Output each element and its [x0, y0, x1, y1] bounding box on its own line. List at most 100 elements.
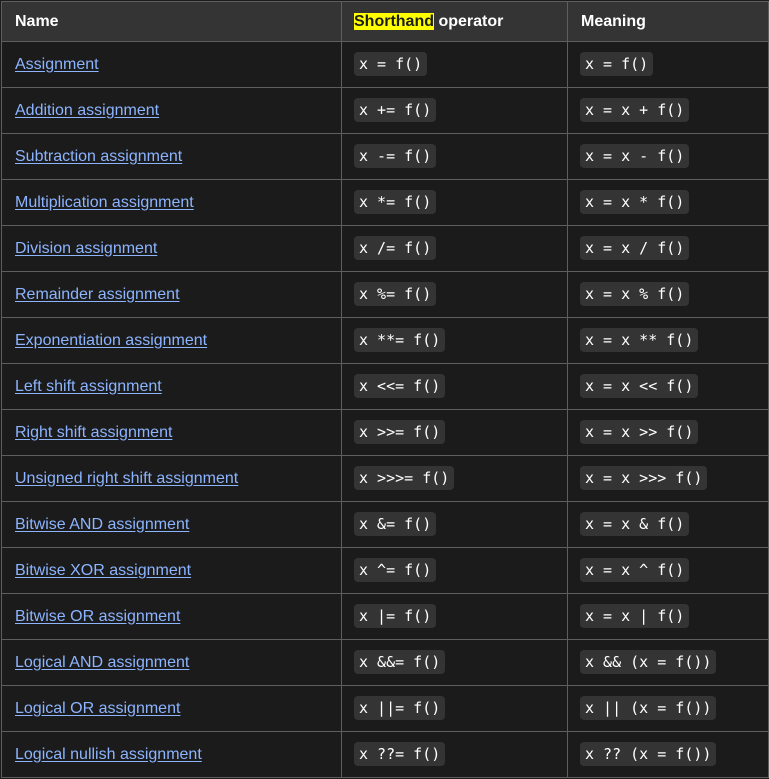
- operator-name-link[interactable]: Right shift assignment: [15, 424, 172, 441]
- shorthand-code: x %= f(): [354, 282, 437, 306]
- table-row: Left shift assignment x <<= f() x = x << f…: [1, 363, 769, 410]
- name-cell: Right shift assignment: [1, 409, 342, 456]
- shorthand-cell: x ^= f(): [341, 547, 568, 594]
- shorthand-cell: x += f(): [341, 87, 568, 134]
- operator-name-link[interactable]: Bitwise AND assignment: [15, 516, 189, 533]
- meaning-code: x = x >> f(): [580, 420, 699, 444]
- meaning-code: x = x & f(): [580, 512, 690, 536]
- operator-name-link[interactable]: Bitwise XOR assignment: [15, 562, 191, 579]
- name-cell: Bitwise AND assignment: [1, 501, 342, 548]
- header-shorthand-operator: Shorthand operator: [341, 1, 568, 42]
- meaning-code: x = x | f(): [580, 604, 690, 628]
- name-cell: Remainder assignment: [1, 271, 342, 318]
- meaning-code: x = x << f(): [580, 374, 699, 398]
- operator-name-link[interactable]: Left shift assignment: [15, 378, 162, 395]
- shorthand-cell: x |= f(): [341, 593, 568, 640]
- table-row: Logical AND assignment x &&= f() x && (x =…: [1, 639, 769, 686]
- name-cell: Addition assignment: [1, 87, 342, 134]
- table-row: Exponentiation assignment x **= f() x = x …: [1, 317, 769, 364]
- shorthand-code: x *= f(): [354, 190, 437, 214]
- table-row: Logical nullish assignment x ??= f() x ?? …: [1, 731, 769, 778]
- meaning-cell: x && (x = f()): [567, 639, 769, 686]
- meaning-cell: x = x + f(): [567, 87, 769, 134]
- meaning-cell: x = x >>> f(): [567, 455, 769, 502]
- meaning-cell: x = x ^ f(): [567, 547, 769, 594]
- table-row: Bitwise AND assignment x &= f() x = x & f(…: [1, 501, 769, 548]
- meaning-cell: x = x / f(): [567, 225, 769, 272]
- meaning-code: x || (x = f()): [580, 696, 717, 720]
- name-cell: Multiplication assignment: [1, 179, 342, 226]
- shorthand-cell: x ??= f(): [341, 731, 568, 778]
- operator-name-link[interactable]: Bitwise OR assignment: [15, 608, 180, 625]
- shorthand-code: x &= f(): [354, 512, 437, 536]
- shorthand-code: x -= f(): [354, 144, 437, 168]
- operator-name-link[interactable]: Exponentiation assignment: [15, 332, 207, 349]
- shorthand-code: x ??= f(): [354, 742, 446, 766]
- meaning-cell: x = x - f(): [567, 133, 769, 180]
- assignment-operators-table: Name Shorthand operator Meaning Assignme…: [1, 1, 769, 778]
- search-highlight: Shorthand: [354, 12, 434, 30]
- operator-name-link[interactable]: Division assignment: [15, 240, 157, 257]
- name-cell: Bitwise XOR assignment: [1, 547, 342, 594]
- shorthand-cell: x = f(): [341, 41, 568, 88]
- table-row: Subtraction assignment x -= f() x = x - f(…: [1, 133, 769, 180]
- table-row: Division assignment x /= f() x = x / f(): [1, 225, 769, 272]
- table-row: Unsigned right shift assignment x >>>= f(…: [1, 455, 769, 502]
- meaning-cell: x ?? (x = f()): [567, 731, 769, 778]
- meaning-code: x = x % f(): [580, 282, 690, 306]
- operator-name-link[interactable]: Assignment: [15, 56, 99, 73]
- operator-name-link[interactable]: Logical nullish assignment: [15, 746, 202, 763]
- operator-name-link[interactable]: Subtraction assignment: [15, 148, 182, 165]
- table-row: Bitwise XOR assignment x ^= f() x = x ^ f(…: [1, 547, 769, 594]
- shorthand-code: x &&= f(): [354, 650, 446, 674]
- shorthand-code: x **= f(): [354, 328, 446, 352]
- shorthand-cell: x ||= f(): [341, 685, 568, 732]
- operator-name-link[interactable]: Unsigned right shift assignment: [15, 470, 238, 487]
- shorthand-cell: x >>= f(): [341, 409, 568, 456]
- name-cell: Unsigned right shift assignment: [1, 455, 342, 502]
- operator-name-link[interactable]: Logical OR assignment: [15, 700, 180, 717]
- shorthand-code: x >>>= f(): [354, 466, 455, 490]
- name-cell: Division assignment: [1, 225, 342, 272]
- name-cell: Bitwise OR assignment: [1, 593, 342, 640]
- operator-name-link[interactable]: Logical AND assignment: [15, 654, 189, 671]
- shorthand-code: x |= f(): [354, 604, 437, 628]
- meaning-cell: x = x % f(): [567, 271, 769, 318]
- table-row: Assignment x = f() x = f(): [1, 41, 769, 88]
- meaning-code: x = x / f(): [580, 236, 690, 260]
- table-row: Addition assignment x += f() x = x + f(): [1, 87, 769, 134]
- table-header: Name Shorthand operator Meaning: [1, 1, 769, 42]
- name-cell: Exponentiation assignment: [1, 317, 342, 364]
- meaning-cell: x || (x = f()): [567, 685, 769, 732]
- meaning-code: x = x ** f(): [580, 328, 699, 352]
- meaning-code: x = x * f(): [580, 190, 690, 214]
- meaning-code: x ?? (x = f()): [580, 742, 717, 766]
- shorthand-cell: x **= f(): [341, 317, 568, 364]
- shorthand-cell: x &= f(): [341, 501, 568, 548]
- table-row: Right shift assignment x >>= f() x = x >> …: [1, 409, 769, 456]
- meaning-cell: x = x & f(): [567, 501, 769, 548]
- name-cell: Assignment: [1, 41, 342, 88]
- operator-name-link[interactable]: Remainder assignment: [15, 286, 180, 303]
- name-cell: Logical OR assignment: [1, 685, 342, 732]
- header-shorthand-rest: operator: [434, 12, 504, 30]
- meaning-cell: x = x << f(): [567, 363, 769, 410]
- meaning-cell: x = x | f(): [567, 593, 769, 640]
- name-cell: Left shift assignment: [1, 363, 342, 410]
- name-cell: Subtraction assignment: [1, 133, 342, 180]
- meaning-cell: x = x >> f(): [567, 409, 769, 456]
- shorthand-cell: x *= f(): [341, 179, 568, 226]
- meaning-code: x = f(): [580, 52, 654, 76]
- operator-name-link[interactable]: Addition assignment: [15, 102, 159, 119]
- table-body: Assignment x = f() x = f() Addition assignm…: [1, 41, 769, 778]
- header-name: Name: [1, 1, 342, 42]
- shorthand-cell: x &&= f(): [341, 639, 568, 686]
- meaning-cell: x = x * f(): [567, 179, 769, 226]
- shorthand-cell: x -= f(): [341, 133, 568, 180]
- table-row: Remainder assignment x %= f() x = x % f(): [1, 271, 769, 318]
- meaning-code: x = x - f(): [580, 144, 690, 168]
- meaning-code: x && (x = f()): [580, 650, 717, 674]
- operator-name-link[interactable]: Multiplication assignment: [15, 194, 194, 211]
- shorthand-cell: x <<= f(): [341, 363, 568, 410]
- meaning-code: x = x + f(): [580, 98, 690, 122]
